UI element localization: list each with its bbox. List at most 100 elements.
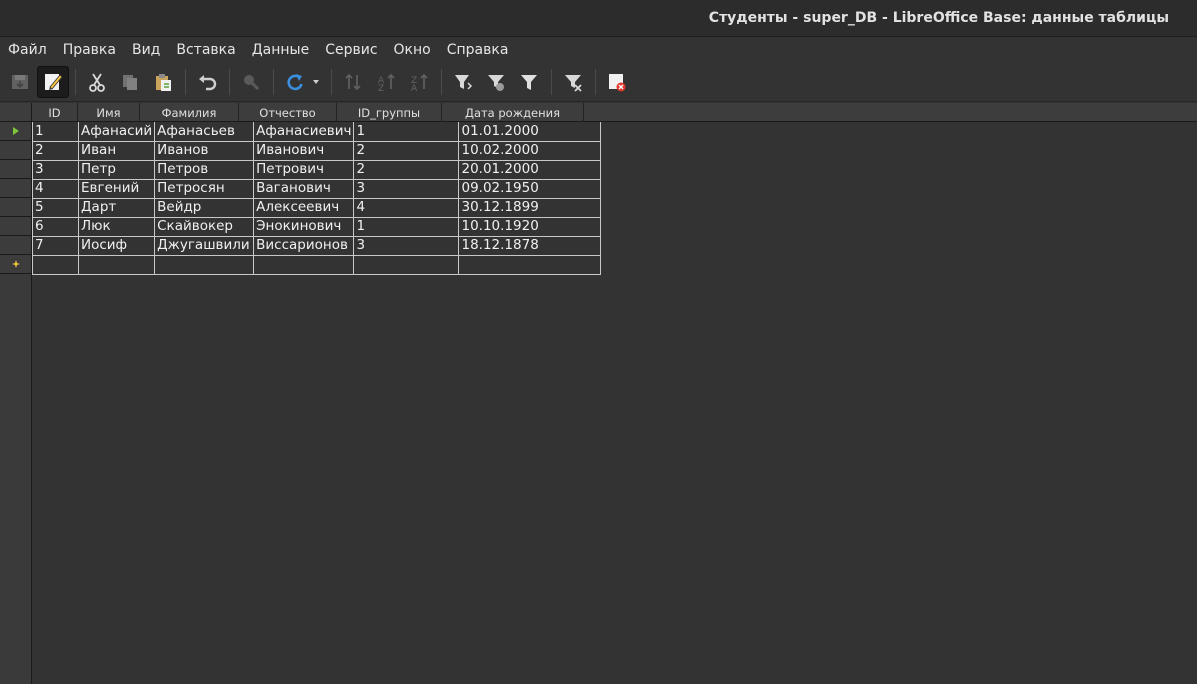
cell-group-id[interactable]: 3 bbox=[353, 178, 460, 199]
cell-last-name[interactable]: Петров bbox=[154, 159, 255, 180]
undo-button[interactable] bbox=[191, 66, 223, 98]
cell-last-name[interactable]: Джугашвили bbox=[154, 235, 255, 256]
cell-birth-date[interactable] bbox=[458, 254, 602, 275]
toolbar-separator bbox=[331, 68, 332, 95]
cell-id[interactable]: 3 bbox=[32, 159, 79, 180]
cell-last-name[interactable] bbox=[154, 254, 255, 275]
cell-group-id[interactable] bbox=[353, 254, 460, 275]
cell-birth-date[interactable]: 10.02.2000 bbox=[458, 140, 602, 161]
cell-id[interactable]: 4 bbox=[32, 178, 79, 199]
table-row[interactable]: 2 Иван Иванов Иванович 2 10.02.2000 bbox=[32, 140, 602, 161]
corner-header[interactable] bbox=[0, 103, 31, 122]
column-header-first-name[interactable]: Имя bbox=[78, 103, 140, 122]
cell-group-id[interactable]: 2 bbox=[353, 159, 460, 180]
cell-patronymic[interactable]: Энокинович bbox=[253, 216, 355, 237]
apply-filter-button[interactable] bbox=[480, 66, 512, 98]
cell-patronymic[interactable]: Ваганович bbox=[253, 178, 355, 199]
cell-last-name[interactable]: Вейдр bbox=[154, 197, 255, 218]
row-selector[interactable] bbox=[0, 141, 31, 160]
cell-birth-date[interactable]: 09.02.1950 bbox=[458, 178, 602, 199]
cell-last-name[interactable]: Афанасьев bbox=[154, 122, 255, 142]
cut-button[interactable] bbox=[81, 66, 113, 98]
copy-button[interactable] bbox=[114, 66, 146, 98]
toolbar-separator bbox=[229, 68, 230, 95]
refresh-dropdown[interactable] bbox=[312, 79, 320, 84]
row-selector[interactable] bbox=[0, 198, 31, 217]
find-record-button[interactable] bbox=[235, 66, 267, 98]
menu-view[interactable]: Вид bbox=[132, 42, 160, 58]
menu-edit[interactable]: Правка bbox=[63, 42, 116, 58]
menu-file[interactable]: Файл bbox=[8, 42, 47, 58]
cell-group-id[interactable]: 3 bbox=[353, 235, 460, 256]
cell-id[interactable]: 1 bbox=[32, 122, 79, 142]
cell-first-name[interactable]: Петр bbox=[77, 159, 156, 180]
cell-id[interactable]: 2 bbox=[32, 140, 79, 161]
sort-ascending-button[interactable]: AZ bbox=[370, 66, 402, 98]
cell-birth-date[interactable]: 01.01.2000 bbox=[458, 122, 602, 142]
cell-first-name[interactable]: Иван bbox=[77, 140, 156, 161]
new-record-row[interactable] bbox=[32, 254, 602, 275]
table-row[interactable]: 4 Евгений Петросян Ваганович 3 09.02.195… bbox=[32, 178, 602, 199]
refresh-button[interactable] bbox=[279, 66, 311, 98]
autofilter-button[interactable] bbox=[447, 66, 479, 98]
cell-id[interactable]: 7 bbox=[32, 235, 79, 256]
sort-button[interactable] bbox=[337, 66, 369, 98]
edit-data-button[interactable] bbox=[37, 65, 69, 98]
cell-birth-date[interactable]: 18.12.1878 bbox=[458, 235, 602, 256]
row-selector[interactable] bbox=[0, 179, 31, 198]
column-header-birth-date[interactable]: Дата рождения bbox=[442, 103, 584, 122]
cell-id[interactable]: 6 bbox=[32, 216, 79, 237]
column-header-group-id[interactable]: ID_группы bbox=[337, 103, 442, 122]
cell-group-id[interactable]: 4 bbox=[353, 197, 460, 218]
menu-data[interactable]: Данные bbox=[252, 42, 310, 58]
column-header-patronymic[interactable]: Отчество bbox=[239, 103, 337, 122]
paste-button[interactable] bbox=[147, 66, 179, 98]
cell-patronymic[interactable]: Петрович bbox=[253, 159, 355, 180]
row-selector-current[interactable] bbox=[0, 122, 31, 141]
column-header-last-name[interactable]: Фамилия bbox=[140, 103, 239, 122]
cell-id[interactable] bbox=[32, 254, 79, 275]
cell-first-name[interactable]: Евгений bbox=[77, 178, 156, 199]
cell-first-name[interactable] bbox=[77, 254, 156, 275]
cell-patronymic[interactable]: Иванович bbox=[253, 140, 355, 161]
reset-filter-button[interactable] bbox=[557, 66, 589, 98]
row-selector[interactable] bbox=[0, 160, 31, 179]
table-row[interactable]: 6 Люк Скайвокер Энокинович 1 10.10.1920 bbox=[32, 216, 602, 237]
table-row[interactable]: 3 Петр Петров Петрович 2 20.01.2000 bbox=[32, 159, 602, 180]
cell-patronymic[interactable] bbox=[253, 254, 355, 275]
cell-patronymic[interactable]: Афанасиевич bbox=[253, 122, 355, 142]
cell-last-name[interactable]: Петросян bbox=[154, 178, 255, 199]
row-selector-new[interactable] bbox=[0, 255, 31, 274]
cell-patronymic[interactable]: Алексеевич bbox=[253, 197, 355, 218]
standard-filter-button[interactable] bbox=[513, 66, 545, 98]
cell-first-name[interactable]: Дарт bbox=[77, 197, 156, 218]
cell-group-id[interactable]: 1 bbox=[353, 216, 460, 237]
cell-birth-date[interactable]: 20.01.2000 bbox=[458, 159, 602, 180]
cell-first-name[interactable]: Иосиф bbox=[77, 235, 156, 256]
cell-group-id[interactable]: 1 bbox=[353, 122, 460, 142]
cell-last-name[interactable]: Иванов bbox=[154, 140, 255, 161]
menu-insert[interactable]: Вставка bbox=[176, 42, 235, 58]
cell-last-name[interactable]: Скайвокер bbox=[154, 216, 255, 237]
menu-tools[interactable]: Сервис bbox=[325, 42, 377, 58]
delete-record-button[interactable] bbox=[601, 66, 633, 98]
sort-descending-button[interactable]: ZA bbox=[403, 66, 435, 98]
cell-group-id[interactable]: 2 bbox=[353, 140, 460, 161]
save-record-button[interactable] bbox=[4, 66, 36, 98]
row-selector[interactable] bbox=[0, 217, 31, 236]
cell-patronymic[interactable]: Виссарионов bbox=[253, 235, 355, 256]
table-row[interactable]: 5 Дарт Вейдр Алексеевич 4 30.12.1899 bbox=[32, 197, 602, 218]
table-row[interactable]: 1 Афанасий Афанасьев Афанасиевич 1 01.01… bbox=[32, 122, 602, 142]
column-header-id[interactable]: ID bbox=[32, 103, 78, 122]
menu-help[interactable]: Справка bbox=[447, 42, 509, 58]
toolbar-separator bbox=[595, 68, 596, 95]
cell-first-name[interactable]: Люк bbox=[77, 216, 156, 237]
table-row[interactable]: 7 Иосиф Джугашвили Виссарионов 3 18.12.1… bbox=[32, 235, 602, 256]
cell-birth-date[interactable]: 30.12.1899 bbox=[458, 197, 602, 218]
cell-id[interactable]: 5 bbox=[32, 197, 79, 218]
records-table: 1 Афанасий Афанасьев Афанасиевич 1 01.01… bbox=[32, 122, 602, 275]
cell-first-name[interactable]: Афанасий bbox=[77, 122, 156, 142]
menu-window[interactable]: Окно bbox=[394, 42, 431, 58]
cell-birth-date[interactable]: 10.10.1920 bbox=[458, 216, 602, 237]
row-selector[interactable] bbox=[0, 236, 31, 255]
